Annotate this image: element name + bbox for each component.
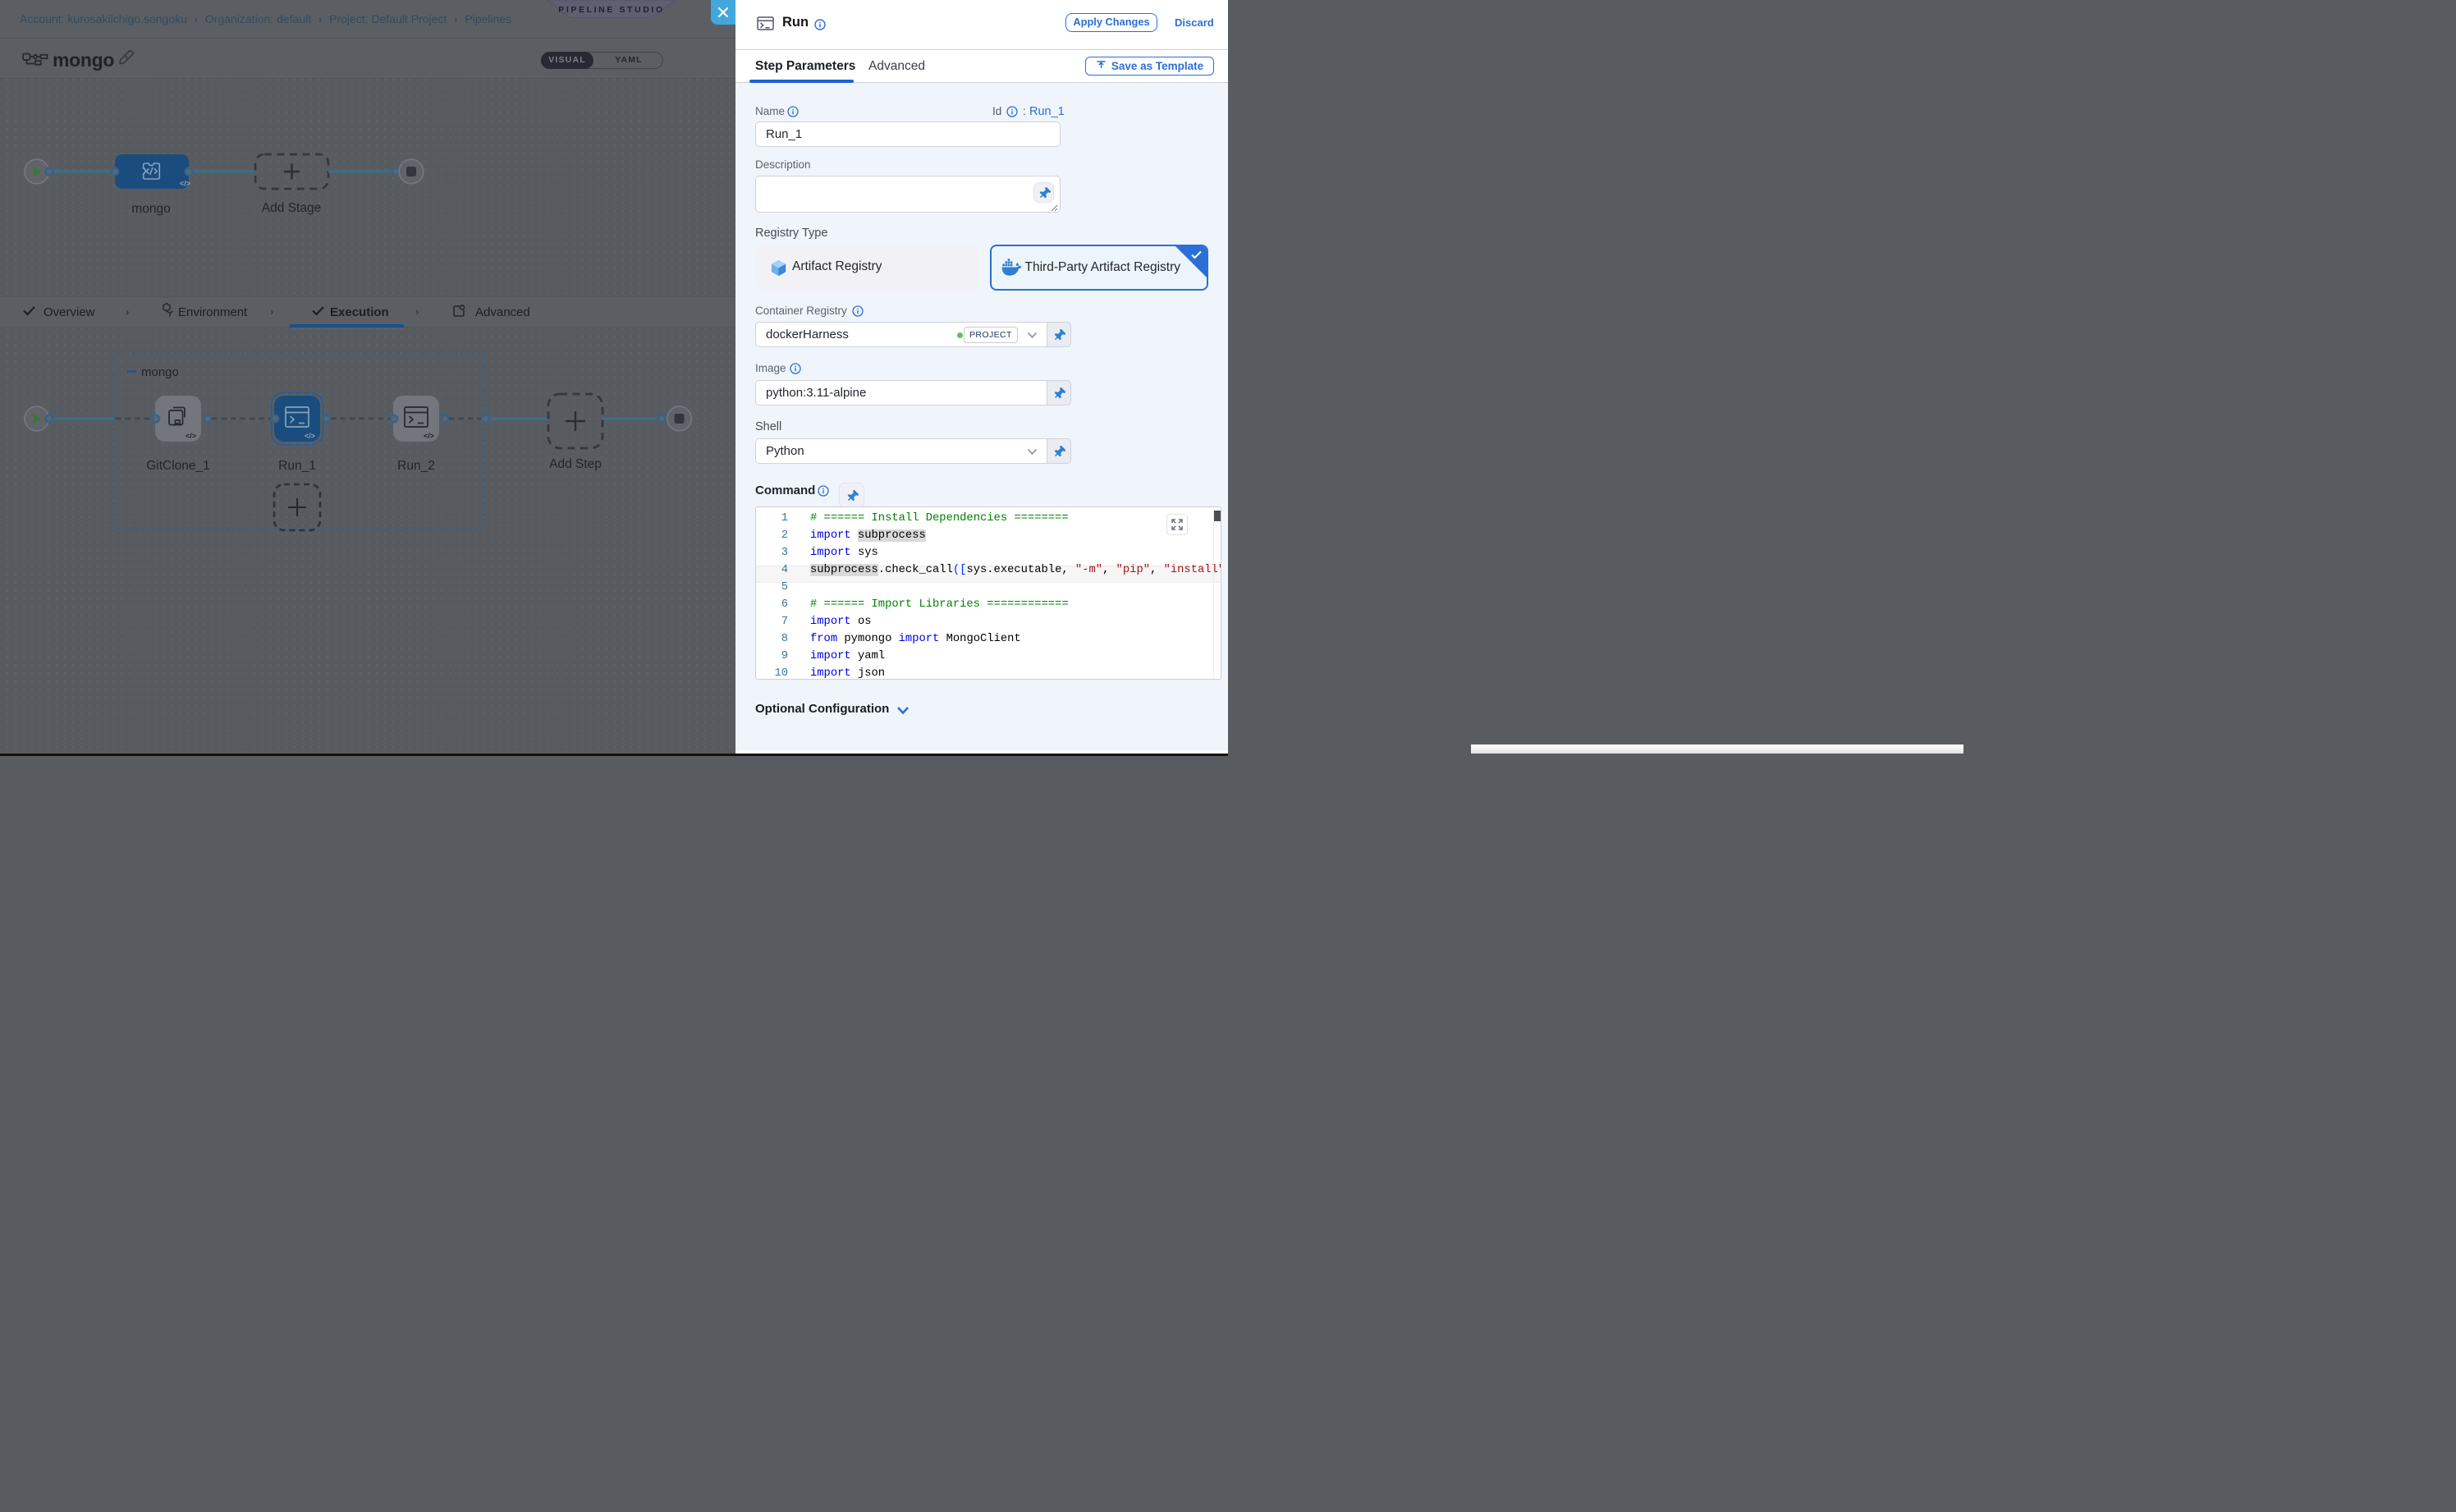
svg-text:Run_2: Run_2 [397, 459, 435, 473]
svg-text:Add Stage: Add Stage [262, 201, 321, 215]
svg-text:Run_1: Run_1 [278, 459, 316, 473]
svg-text:</>: </> [186, 432, 196, 440]
svg-text:›: › [270, 305, 273, 318]
svg-text:›: › [415, 305, 419, 318]
svg-text:PIPELINE STUDIO: PIPELINE STUDIO [558, 5, 664, 15]
svg-text:</>: </> [180, 180, 190, 188]
svg-text:</>: </> [424, 432, 434, 440]
svg-text:mongo: mongo [141, 365, 179, 379]
svg-text:mongo: mongo [131, 202, 170, 216]
svg-text:</>: </> [305, 432, 315, 440]
svg-text:›: › [126, 305, 129, 318]
svg-text:GitClone_1: GitClone_1 [146, 459, 210, 473]
svg-text:Add Step: Add Step [549, 457, 602, 471]
